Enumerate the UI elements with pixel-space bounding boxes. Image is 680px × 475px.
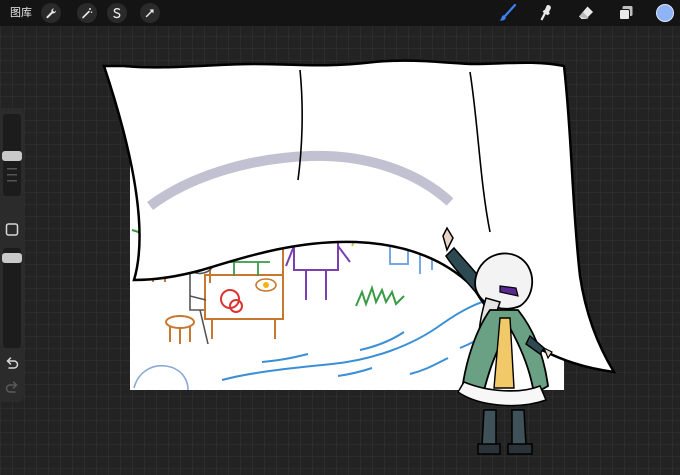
gallery-button[interactable]: 图库 (10, 5, 32, 21)
wrench-icon[interactable] (41, 3, 61, 23)
layers-icon[interactable] (615, 2, 637, 24)
color-swatch[interactable] (654, 2, 676, 24)
eraser-icon[interactable] (575, 2, 597, 24)
magic-wand-icon[interactable] (77, 3, 97, 23)
selection-s-icon[interactable] (107, 3, 127, 23)
drawing-canvas[interactable] (0, 26, 680, 475)
smudge-icon[interactable] (535, 2, 557, 24)
transform-arrow-icon[interactable] (140, 3, 160, 23)
brush-icon[interactable] (497, 2, 519, 24)
top-toolbar: 图库 (0, 0, 680, 26)
